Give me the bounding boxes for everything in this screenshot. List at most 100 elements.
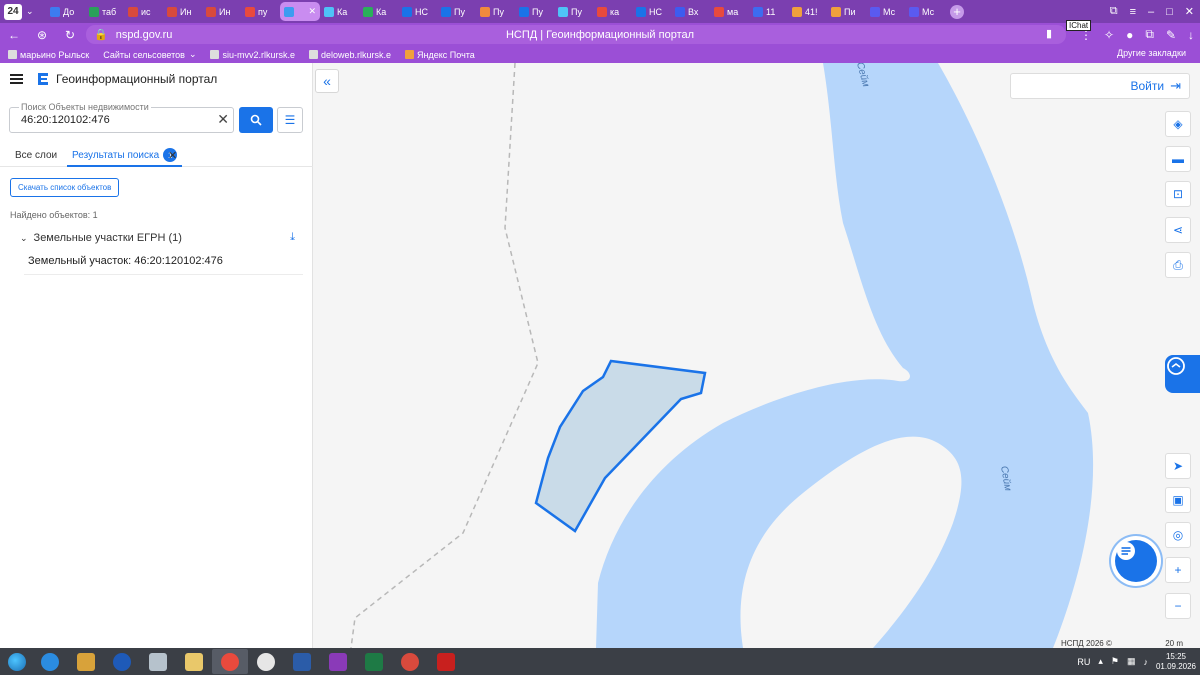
browser-tab[interactable]: 41! bbox=[788, 2, 827, 21]
download-list-button[interactable]: Скачать список объектов bbox=[10, 178, 120, 197]
browser-tab[interactable]: Ка bbox=[359, 2, 398, 21]
taskbar-yandex[interactable] bbox=[212, 649, 248, 674]
close-tab-icon[interactable]: ✕ bbox=[308, 6, 316, 17]
download-icon[interactable]: ⤓ bbox=[290, 231, 295, 244]
maximize-icon[interactable]: □ bbox=[1166, 6, 1173, 18]
browser-tab[interactable]: ис bbox=[124, 2, 163, 21]
new-tab-button[interactable]: + bbox=[950, 4, 964, 19]
browser-tab[interactable]: Пу bbox=[515, 2, 554, 21]
bookmark-item[interactable]: siu-mvv2.rlkursk.e bbox=[210, 50, 295, 60]
locate-button[interactable]: ➤ bbox=[1165, 453, 1191, 479]
login-button[interactable]: Войти ⇥ bbox=[1010, 73, 1190, 99]
back-icon[interactable]: ← bbox=[0, 28, 28, 42]
tray-volume-icon[interactable]: ♪ bbox=[1143, 657, 1148, 667]
browser-tab[interactable]: пу bbox=[241, 2, 280, 21]
bookmark-item[interactable]: Яндекс Почта bbox=[405, 50, 475, 60]
taskbar-wmp[interactable] bbox=[104, 649, 140, 674]
zoom-out-button[interactable]: − bbox=[1165, 593, 1191, 619]
browser-tab[interactable]: ✕ bbox=[280, 2, 320, 21]
notes-icon[interactable]: ✎ bbox=[1166, 28, 1176, 42]
browser-tab[interactable]: таб bbox=[85, 2, 124, 21]
reload-alt-icon[interactable]: ⊛ bbox=[28, 28, 56, 42]
browser-tab[interactable]: До bbox=[46, 2, 85, 21]
download-icon[interactable]: ↓ bbox=[1188, 28, 1194, 42]
collections-icon[interactable]: ⧉ bbox=[1110, 5, 1118, 18]
browser-tab[interactable]: ка bbox=[593, 2, 632, 21]
browser-tab[interactable]: Мс bbox=[866, 2, 905, 21]
tab-list-chevron-icon[interactable]: ⌄ bbox=[26, 6, 40, 17]
collapse-panel-button[interactable]: « bbox=[315, 69, 339, 93]
search-input[interactable]: Поиск Объекты недвижимости 46:20:120102:… bbox=[9, 102, 234, 133]
chat-extension-label[interactable]: IChat bbox=[1066, 20, 1092, 31]
map-layer bbox=[350, 63, 1094, 648]
tray-chevron-icon[interactable]: ▴ bbox=[1098, 656, 1103, 667]
measure-button[interactable]: ▬ bbox=[1165, 146, 1191, 172]
menu-icon[interactable]: ≡ bbox=[1130, 6, 1136, 18]
tab-counter[interactable]: 24 bbox=[4, 3, 22, 20]
tray-network-icon[interactable]: ▦ bbox=[1127, 656, 1136, 667]
url-field[interactable]: 🔒 nspd.gov.ru ▮ bbox=[86, 25, 1066, 44]
clock[interactable]: 15:25 01.09.2026 bbox=[1156, 652, 1196, 672]
browser-tab[interactable]: Пу bbox=[437, 2, 476, 21]
filter-button[interactable]: ☰ bbox=[277, 107, 303, 133]
minimize-icon[interactable]: – bbox=[1148, 6, 1154, 18]
print-button[interactable]: ⎙ bbox=[1165, 252, 1191, 278]
tab-all-layers[interactable]: Все слои bbox=[15, 150, 57, 161]
layers-button[interactable]: ◈ bbox=[1165, 111, 1191, 137]
bookmark-item[interactable]: Сайты сельсоветов ⌄ bbox=[103, 49, 196, 60]
taskbar-calculator[interactable] bbox=[140, 649, 176, 674]
browser-tab[interactable]: Вх bbox=[671, 2, 710, 21]
windows-logo-icon bbox=[8, 652, 26, 671]
browser-tab[interactable]: Мс bbox=[905, 2, 944, 21]
browser-tab[interactable]: НС bbox=[632, 2, 671, 21]
clear-icon[interactable]: ✕ bbox=[217, 111, 229, 128]
close-window-icon[interactable]: ✕ bbox=[1185, 5, 1194, 18]
profile-icon[interactable]: ● bbox=[1126, 28, 1133, 42]
taskbar-media[interactable] bbox=[68, 649, 104, 674]
side-panel-tab[interactable] bbox=[1165, 355, 1200, 393]
taskbar-winrar[interactable] bbox=[320, 649, 356, 674]
extension-icon[interactable]: ✧ bbox=[1104, 28, 1114, 42]
taskbar-acrobat[interactable] bbox=[428, 649, 464, 674]
bookmark-item[interactable]: deloweb.rlkursk.e bbox=[309, 50, 391, 60]
result-item[interactable]: Земельный участок: 46:20:120102:476 bbox=[24, 255, 303, 275]
bookmark-item[interactable]: марьино Рыльск bbox=[8, 50, 89, 60]
map-canvas[interactable]: Сейм Сейм « Войти ⇥ ◈ ▬ ⊡ ⋖ ⎙ ➤ ▣ ◎ + − bbox=[313, 63, 1200, 648]
search-button[interactable] bbox=[239, 107, 273, 133]
minimap-button[interactable]: ▣ bbox=[1165, 487, 1191, 513]
tray-flag-icon[interactable]: ⚑ bbox=[1111, 656, 1119, 667]
browser-tab[interactable]: Ин bbox=[163, 2, 202, 21]
result-group[interactable]: ⌄ Земельные участки ЕГРН (1) ⤓ bbox=[20, 231, 303, 244]
plus-icon: + bbox=[1174, 563, 1182, 577]
select-area-button[interactable]: ⊡ bbox=[1165, 181, 1191, 207]
chevron-down-icon[interactable]: ⌄ bbox=[20, 233, 28, 244]
geolocation-button[interactable]: ◎ bbox=[1165, 522, 1191, 548]
close-tab-icon[interactable]: ✕ bbox=[168, 149, 177, 162]
browser-tab[interactable]: ма bbox=[710, 2, 749, 21]
browser-tab[interactable]: Ин bbox=[202, 2, 241, 21]
taskbar-explorer[interactable] bbox=[176, 649, 212, 674]
browser-tab[interactable]: Пу bbox=[476, 2, 515, 21]
browser-tab[interactable]: Ка bbox=[320, 2, 359, 21]
browser-tab[interactable]: 11 bbox=[749, 2, 788, 21]
taskbar-ie[interactable] bbox=[32, 649, 68, 674]
zoom-in-button[interactable]: + bbox=[1165, 557, 1191, 583]
search-value[interactable]: 46:20:120102:476 bbox=[21, 114, 110, 126]
bookmark-icon[interactable]: ▮ bbox=[1046, 27, 1052, 40]
language-indicator[interactable]: RU bbox=[1077, 657, 1090, 667]
tab-search-results[interactable]: Результаты поиска 1 bbox=[67, 144, 182, 167]
chat-button[interactable] bbox=[1115, 540, 1157, 582]
browser-tab[interactable]: Пи bbox=[827, 2, 866, 21]
start-button[interactable] bbox=[2, 648, 32, 675]
share-button[interactable]: ⋖ bbox=[1165, 217, 1191, 243]
browser-tab[interactable]: НС bbox=[398, 2, 437, 21]
browser-tab[interactable]: Пу bbox=[554, 2, 593, 21]
taskbar-chrome[interactable] bbox=[392, 649, 428, 674]
taskbar-word[interactable] bbox=[284, 649, 320, 674]
reload-icon[interactable]: ↻ bbox=[56, 28, 84, 42]
extensions-icon[interactable]: ⧉ bbox=[1145, 27, 1154, 42]
hamburger-menu-icon[interactable] bbox=[10, 74, 23, 84]
taskbar-app-c[interactable] bbox=[248, 649, 284, 674]
other-bookmarks[interactable]: Другие закладки bbox=[1117, 48, 1186, 58]
taskbar-excel[interactable] bbox=[356, 649, 392, 674]
